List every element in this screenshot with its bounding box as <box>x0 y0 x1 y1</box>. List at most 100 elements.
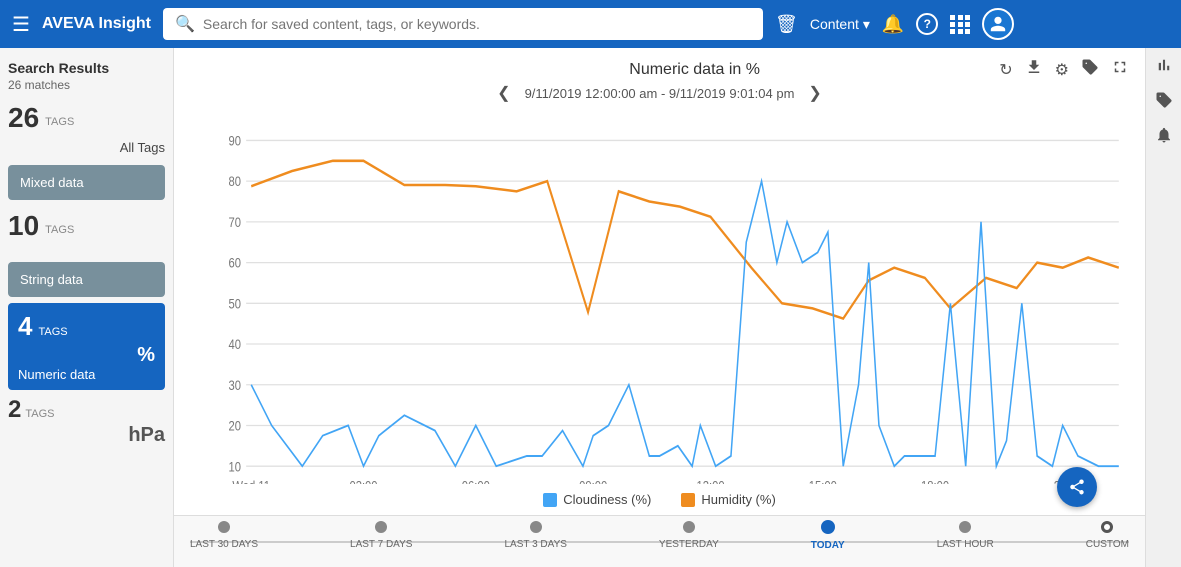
timeline-dot-3days[interactable] <box>530 521 542 533</box>
timeline-label-3days: LAST 3 DAYS <box>504 539 566 550</box>
date-next-button[interactable]: ❯ <box>804 83 825 103</box>
chart-container: 90 80 70 60 50 40 30 20 10 Wed 11 03:00 … <box>174 107 1145 488</box>
svg-text:90: 90 <box>229 133 241 148</box>
refresh-icon[interactable]: ↻ <box>999 60 1012 80</box>
chart-title: Numeric data in % <box>390 61 999 79</box>
numeric-data-label: Numeric data <box>18 367 155 382</box>
svg-text:18:00: 18:00 <box>921 478 949 484</box>
svg-text:70: 70 <box>229 215 241 230</box>
cloudiness-color <box>543 493 557 507</box>
settings-icon[interactable]: ⚙ <box>1055 60 1069 80</box>
date-range-label: 9/11/2019 12:00:00 am - 9/11/2019 9:01:0… <box>525 86 795 101</box>
tag-icon[interactable] <box>1081 58 1099 81</box>
svg-text:40: 40 <box>229 337 241 352</box>
export-icon[interactable] <box>1025 58 1043 81</box>
share-button[interactable] <box>1057 467 1097 507</box>
timeline-label-7days: LAST 7 DAYS <box>350 539 412 550</box>
timeline-point-yesterday[interactable]: YESTERDAY <box>659 521 719 550</box>
timeline-label-yesterday: YESTERDAY <box>659 539 719 550</box>
timeline-point-custom[interactable]: CUSTOM <box>1086 521 1129 550</box>
search-bar: 🔍 <box>163 8 763 40</box>
search-results-count: 26 matches <box>8 78 165 92</box>
date-range-nav: ❮ 9/11/2019 12:00:00 am - 9/11/2019 9:01… <box>174 81 1145 107</box>
main-body: Search Results 26 matches 26 TAGS All Ta… <box>0 48 1181 567</box>
content-button[interactable]: Content ▾ <box>810 16 870 33</box>
fullscreen-icon[interactable] <box>1111 58 1129 81</box>
timeline-dot-custom[interactable] <box>1101 521 1113 533</box>
right-panel <box>1145 48 1181 567</box>
timeline-point-30days[interactable]: LAST 30 DAYS <box>190 521 258 550</box>
tag-count-26: 26 <box>8 102 39 134</box>
svg-text:Wed 11: Wed 11 <box>232 478 270 484</box>
search-input[interactable] <box>203 16 751 32</box>
sidebar-item-string-data[interactable]: String data <box>8 262 165 297</box>
timeline-track: LAST 30 DAYS LAST 7 DAYS LAST 3 DAYS YES… <box>190 541 1129 543</box>
chart-tools: ↻ ⚙ <box>999 58 1129 81</box>
content-area: Numeric data in % ↻ ⚙ ❮ 9/11/2019 12:00:… <box>174 48 1145 567</box>
timeline-point-7days[interactable]: LAST 7 DAYS <box>350 521 412 550</box>
svg-text:50: 50 <box>229 296 241 311</box>
svg-text:60: 60 <box>229 256 241 271</box>
svg-text:09:00: 09:00 <box>579 478 607 484</box>
date-prev-button[interactable]: ❮ <box>493 83 514 103</box>
numeric-count: 4 <box>18 311 32 342</box>
app-logo: AVEVA Insight <box>42 15 151 33</box>
chart-header: Numeric data in % ↻ ⚙ <box>174 48 1145 81</box>
timeline: LAST 30 DAYS LAST 7 DAYS LAST 3 DAYS YES… <box>174 515 1145 567</box>
timeline-dot-today[interactable] <box>821 520 835 534</box>
tag-group-10: 10 TAGS <box>8 206 165 252</box>
svg-text:12:00: 12:00 <box>696 478 724 484</box>
svg-text:15:00: 15:00 <box>809 478 837 484</box>
hpa-count: 2 <box>8 396 21 424</box>
top-nav: ☰ AVEVA Insight 🔍 🗑 Content ▾ 🔔 ? <box>0 0 1181 48</box>
svg-text:30: 30 <box>229 378 241 393</box>
timeline-point-lasthour[interactable]: LAST HOUR <box>937 521 994 550</box>
hpa-tags-label: TAGS <box>25 408 54 420</box>
percent-icon: % <box>18 344 155 367</box>
right-panel-chart-icon[interactable] <box>1155 56 1173 79</box>
humidity-label: Humidity (%) <box>701 492 775 507</box>
menu-icon[interactable]: ☰ <box>12 12 30 37</box>
timeline-label-lasthour: LAST HOUR <box>937 539 994 550</box>
tag-group-26: 26 TAGS All Tags <box>8 102 165 155</box>
legend-item-humidity: Humidity (%) <box>681 492 775 507</box>
hpa-group: 2 TAGS hPa <box>8 396 165 447</box>
timeline-label-today: TODAY <box>811 540 845 551</box>
timeline-dot-lasthour[interactable] <box>959 521 971 533</box>
timeline-dot-yesterday[interactable] <box>683 521 695 533</box>
timeline-label-custom: CUSTOM <box>1086 539 1129 550</box>
account-icon[interactable] <box>982 8 1014 40</box>
svg-text:03:00: 03:00 <box>349 478 377 484</box>
timeline-point-3days[interactable]: LAST 3 DAYS <box>504 521 566 550</box>
svg-text:80: 80 <box>229 174 241 189</box>
humidity-color <box>681 493 695 507</box>
sidebar-item-mixed-data[interactable]: Mixed data <box>8 165 165 200</box>
tag-count-10: 10 <box>8 210 39 242</box>
numeric-tags-label: TAGS <box>38 326 67 338</box>
hpa-text: hPa <box>8 424 165 447</box>
chart-legend: Cloudiness (%) Humidity (%) <box>174 488 1145 515</box>
legend-item-cloudiness: Cloudiness (%) <box>543 492 651 507</box>
all-tags-label: All Tags <box>8 140 165 155</box>
right-panel-tag-icon[interactable] <box>1155 91 1173 114</box>
timeline-point-today[interactable]: TODAY <box>811 520 845 551</box>
tags-label-1: TAGS <box>45 116 74 128</box>
notifications-icon[interactable]: 🔔 <box>882 14 904 35</box>
search-icon: 🔍 <box>175 14 195 34</box>
svg-text:20: 20 <box>229 418 241 433</box>
cloudiness-label: Cloudiness (%) <box>563 492 651 507</box>
svg-text:06:00: 06:00 <box>462 478 490 484</box>
chart-svg: 90 80 70 60 50 40 30 20 10 Wed 11 03:00 … <box>190 115 1129 484</box>
tags-label-2: TAGS <box>45 224 74 236</box>
svg-text:10: 10 <box>229 459 241 474</box>
apps-icon[interactable] <box>950 15 970 34</box>
help-icon[interactable]: ? <box>916 13 938 35</box>
timeline-label-30days: LAST 30 DAYS <box>190 539 258 550</box>
search-results-title: Search Results <box>8 60 165 76</box>
numeric-data-block[interactable]: 4 TAGS % Numeric data <box>8 303 165 390</box>
timeline-dot-30days[interactable] <box>218 521 230 533</box>
right-panel-bell-icon[interactable] <box>1155 126 1173 149</box>
sidebar: Search Results 26 matches 26 TAGS All Ta… <box>0 48 174 567</box>
delete-icon[interactable]: 🗑 <box>775 14 798 35</box>
timeline-dot-7days[interactable] <box>375 521 387 533</box>
